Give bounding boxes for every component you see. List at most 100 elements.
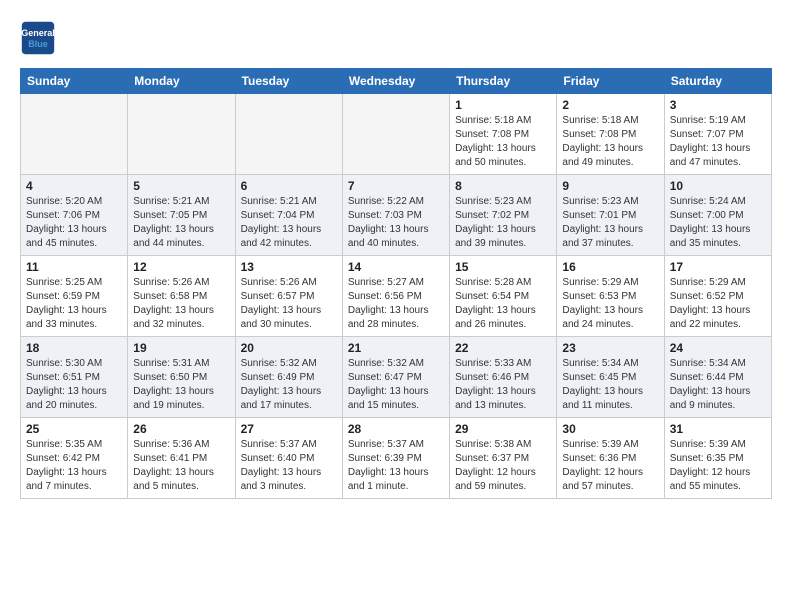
calendar-week-row: 4 Sunrise: 5:20 AM Sunset: 7:06 PM Daylig… (21, 175, 772, 256)
calendar-day-cell: 7Sunrise: 5:22 AM Sunset: 7:03 PM Daylig… (342, 175, 449, 256)
calendar-day-cell: 26 Sunrise: 5:36 AM Sunset: 6:41 PM Dayli… (128, 418, 235, 499)
calendar-day-cell (235, 94, 342, 175)
calendar-day-cell: 8Sunrise: 5:23 AM Sunset: 7:02 PM Daylig… (450, 175, 557, 256)
day-number: 27 (241, 422, 337, 436)
day-info: Sunrise: 5:36 AM Sunset: 6:41 PM Dayligh… (133, 438, 229, 494)
calendar-day-cell: 12 Sunrise: 5:26 AM Sunset: 6:58 PM Dayli… (128, 256, 235, 337)
day-info: Sunrise: 5:21 AM Sunset: 7:04 PM Dayligh… (241, 195, 337, 251)
day-number: 19 (133, 341, 229, 355)
calendar-day-cell: 13 Sunrise: 5:26 AM Sunset: 6:57 PM Dayli… (235, 256, 342, 337)
day-number: 5 (133, 179, 229, 193)
day-info: Sunrise: 5:34 AM Sunset: 6:45 PM Dayligh… (562, 357, 658, 413)
calendar-day-cell: 4 Sunrise: 5:20 AM Sunset: 7:06 PM Daylig… (21, 175, 128, 256)
day-number: 4 (26, 179, 122, 193)
calendar-day-cell: 2 Sunrise: 5:18 AM Sunset: 7:08 PM Daylig… (557, 94, 664, 175)
calendar-week-row: 18 Sunrise: 5:30 AM Sunset: 6:51 PM Dayli… (21, 337, 772, 418)
calendar-day-cell: 20Sunrise: 5:32 AM Sunset: 6:49 PM Dayli… (235, 337, 342, 418)
day-number: 26 (133, 422, 229, 436)
calendar-day-cell: 19 Sunrise: 5:31 AM Sunset: 6:50 PM Dayli… (128, 337, 235, 418)
day-info: Sunrise: 5:37 AM Sunset: 6:39 PM Dayligh… (348, 438, 444, 494)
day-info: Sunrise: 5:38 AM Sunset: 6:37 PM Dayligh… (455, 438, 551, 494)
calendar-table: SundayMondayTuesdayWednesdayThursdayFrid… (20, 68, 772, 499)
day-info: Sunrise: 5:23 AM Sunset: 7:01 PM Dayligh… (562, 195, 658, 251)
day-info: Sunrise: 5:20 AM Sunset: 7:06 PM Dayligh… (26, 195, 122, 251)
day-info: Sunrise: 5:35 AM Sunset: 6:42 PM Dayligh… (26, 438, 122, 494)
day-number: 22 (455, 341, 551, 355)
svg-text:Blue: Blue (28, 39, 48, 49)
day-info: Sunrise: 5:28 AM Sunset: 6:54 PM Dayligh… (455, 276, 551, 332)
day-number: 18 (26, 341, 122, 355)
calendar-day-cell (21, 94, 128, 175)
calendar-day-cell (342, 94, 449, 175)
calendar-day-cell (128, 94, 235, 175)
day-info: Sunrise: 5:31 AM Sunset: 6:50 PM Dayligh… (133, 357, 229, 413)
day-number: 15 (455, 260, 551, 274)
day-number: 31 (670, 422, 766, 436)
day-number: 9 (562, 179, 658, 193)
header: General Blue (20, 20, 772, 56)
day-number: 21 (348, 341, 444, 355)
weekday-header-wednesday: Wednesday (342, 69, 449, 94)
day-number: 14 (348, 260, 444, 274)
day-info: Sunrise: 5:25 AM Sunset: 6:59 PM Dayligh… (26, 276, 122, 332)
day-info: Sunrise: 5:26 AM Sunset: 6:58 PM Dayligh… (133, 276, 229, 332)
calendar-day-cell: 16Sunrise: 5:29 AM Sunset: 6:53 PM Dayli… (557, 256, 664, 337)
logo-icon: General Blue (20, 20, 56, 56)
day-info: Sunrise: 5:34 AM Sunset: 6:44 PM Dayligh… (670, 357, 766, 413)
day-info: Sunrise: 5:33 AM Sunset: 6:46 PM Dayligh… (455, 357, 551, 413)
calendar-day-cell: 18 Sunrise: 5:30 AM Sunset: 6:51 PM Dayli… (21, 337, 128, 418)
day-number: 1 (455, 98, 551, 112)
day-info: Sunrise: 5:39 AM Sunset: 6:35 PM Dayligh… (670, 438, 766, 494)
day-info: Sunrise: 5:30 AM Sunset: 6:51 PM Dayligh… (26, 357, 122, 413)
day-info: Sunrise: 5:24 AM Sunset: 7:00 PM Dayligh… (670, 195, 766, 251)
weekday-header-monday: Monday (128, 69, 235, 94)
day-info: Sunrise: 5:32 AM Sunset: 6:49 PM Dayligh… (241, 357, 337, 413)
weekday-header-row: SundayMondayTuesdayWednesdayThursdayFrid… (21, 69, 772, 94)
calendar-day-cell: 28 Sunrise: 5:37 AM Sunset: 6:39 PM Dayli… (342, 418, 449, 499)
day-info: Sunrise: 5:37 AM Sunset: 6:40 PM Dayligh… (241, 438, 337, 494)
calendar-day-cell: 6Sunrise: 5:21 AM Sunset: 7:04 PM Daylig… (235, 175, 342, 256)
calendar-day-cell: 9 Sunrise: 5:23 AM Sunset: 7:01 PM Daylig… (557, 175, 664, 256)
calendar-day-cell: 1 Sunrise: 5:18 AM Sunset: 7:08 PM Daylig… (450, 94, 557, 175)
day-info: Sunrise: 5:29 AM Sunset: 6:52 PM Dayligh… (670, 276, 766, 332)
calendar-week-row: 25 Sunrise: 5:35 AM Sunset: 6:42 PM Dayli… (21, 418, 772, 499)
day-number: 13 (241, 260, 337, 274)
day-info: Sunrise: 5:18 AM Sunset: 7:08 PM Dayligh… (455, 114, 551, 170)
day-info: Sunrise: 5:19 AM Sunset: 7:07 PM Dayligh… (670, 114, 766, 170)
calendar-day-cell: 14 Sunrise: 5:27 AM Sunset: 6:56 PM Dayli… (342, 256, 449, 337)
weekday-header-saturday: Saturday (664, 69, 771, 94)
day-number: 10 (670, 179, 766, 193)
day-number: 3 (670, 98, 766, 112)
calendar-day-cell: 21Sunrise: 5:32 AM Sunset: 6:47 PM Dayli… (342, 337, 449, 418)
calendar-day-cell: 31 Sunrise: 5:39 AM Sunset: 6:35 PM Dayli… (664, 418, 771, 499)
day-number: 16 (562, 260, 658, 274)
weekday-header-sunday: Sunday (21, 69, 128, 94)
calendar-day-cell: 15 Sunrise: 5:28 AM Sunset: 6:54 PM Dayli… (450, 256, 557, 337)
day-info: Sunrise: 5:39 AM Sunset: 6:36 PM Dayligh… (562, 438, 658, 494)
calendar-day-cell: 22 Sunrise: 5:33 AM Sunset: 6:46 PM Dayli… (450, 337, 557, 418)
calendar-day-cell: 10 Sunrise: 5:24 AM Sunset: 7:00 PM Dayli… (664, 175, 771, 256)
day-number: 28 (348, 422, 444, 436)
day-info: Sunrise: 5:22 AM Sunset: 7:03 PM Dayligh… (348, 195, 444, 251)
day-number: 12 (133, 260, 229, 274)
day-number: 25 (26, 422, 122, 436)
calendar-week-row: 1 Sunrise: 5:18 AM Sunset: 7:08 PM Daylig… (21, 94, 772, 175)
day-info: Sunrise: 5:23 AM Sunset: 7:02 PM Dayligh… (455, 195, 551, 251)
day-number: 24 (670, 341, 766, 355)
weekday-header-tuesday: Tuesday (235, 69, 342, 94)
calendar-week-row: 11 Sunrise: 5:25 AM Sunset: 6:59 PM Dayli… (21, 256, 772, 337)
weekday-header-thursday: Thursday (450, 69, 557, 94)
svg-text:General: General (21, 28, 55, 38)
calendar-day-cell: 11 Sunrise: 5:25 AM Sunset: 6:59 PM Dayli… (21, 256, 128, 337)
calendar-day-cell: 17Sunrise: 5:29 AM Sunset: 6:52 PM Dayli… (664, 256, 771, 337)
day-info: Sunrise: 5:26 AM Sunset: 6:57 PM Dayligh… (241, 276, 337, 332)
day-number: 2 (562, 98, 658, 112)
weekday-header-friday: Friday (557, 69, 664, 94)
day-info: Sunrise: 5:18 AM Sunset: 7:08 PM Dayligh… (562, 114, 658, 170)
calendar-day-cell: 5Sunrise: 5:21 AM Sunset: 7:05 PM Daylig… (128, 175, 235, 256)
calendar-day-cell: 3 Sunrise: 5:19 AM Sunset: 7:07 PM Daylig… (664, 94, 771, 175)
calendar-day-cell: 25 Sunrise: 5:35 AM Sunset: 6:42 PM Dayli… (21, 418, 128, 499)
day-info: Sunrise: 5:27 AM Sunset: 6:56 PM Dayligh… (348, 276, 444, 332)
day-number: 11 (26, 260, 122, 274)
day-number: 29 (455, 422, 551, 436)
